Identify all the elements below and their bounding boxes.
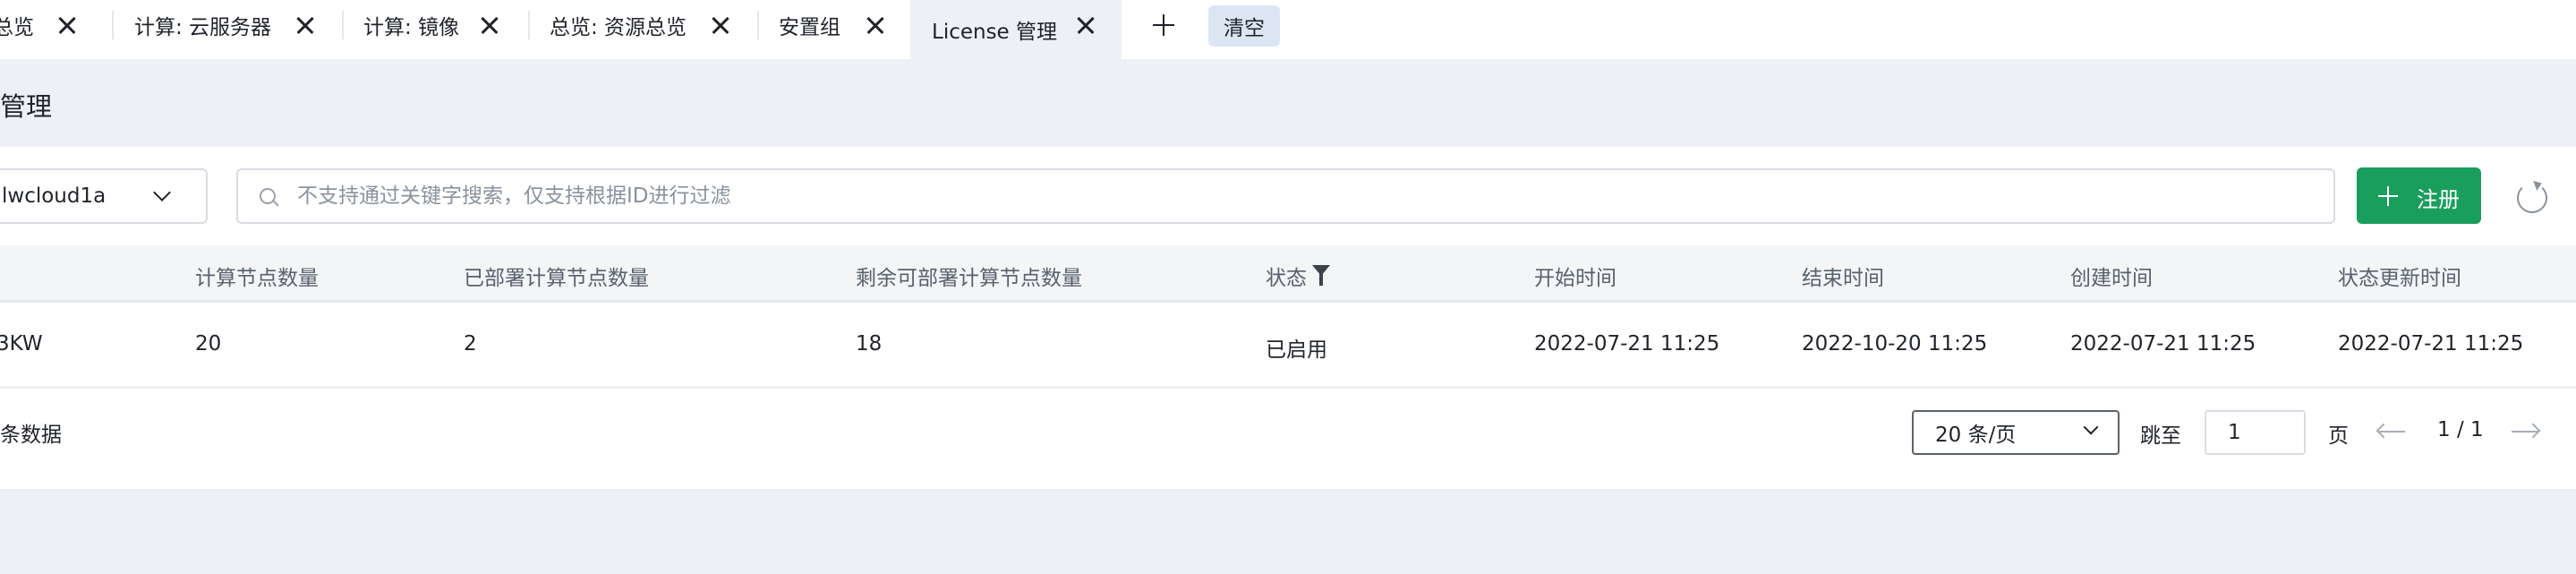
clear-tabs-button[interactable]: 清空 [1208,5,1280,47]
tab-divider [342,11,344,39]
filter-icon[interactable] [1312,265,1330,287]
page-title: 管理 [0,91,53,122]
tab-divider [757,11,759,39]
arrow-right-icon[interactable] [2510,421,2540,442]
column-header-end-time: 结束时间 [1802,267,1884,290]
close-icon[interactable] [292,12,319,39]
cell-id[interactable]: 3KW [0,332,43,356]
tab-divider [112,11,114,39]
cell-status-updated-time: 2022-07-21 11:25 [2338,332,2524,356]
chevron-down-icon [2083,419,2099,435]
page-size-select[interactable]: 20 条/页 [1912,410,2120,455]
refresh-icon[interactable] [2515,179,2547,213]
cell-start-time: 2022-07-21 11:25 [1534,332,1720,356]
plus-icon[interactable] [1148,10,1179,40]
close-icon[interactable] [54,12,81,39]
tab-bar: 总览 计算: 云服务器 计算: 镜像 总览: 资源总览 安置组 License … [0,0,2576,59]
chevron-down-icon [153,184,171,201]
close-icon[interactable] [862,12,889,39]
search-icon [258,186,281,210]
table-header: 计算节点数量 已部署计算节点数量 剩余可部署计算节点数量 状态 开始时间 结束时… [0,245,2576,303]
register-button-label: 注册 [2417,187,2460,212]
arrow-left-icon[interactable] [2376,421,2407,442]
close-icon[interactable] [707,12,734,39]
search-input[interactable] [297,170,2320,222]
close-icon[interactable] [1072,12,1099,39]
tab-label: 计算: 云服务器 [134,16,272,39]
tab-overview[interactable]: 总览 [0,0,34,50]
column-header-status: 状态 [1266,267,1307,290]
cell-end-time: 2022-10-20 11:25 [1802,332,1988,356]
plus-icon [2378,186,2398,206]
total-count-text: 条数据 [0,424,62,447]
tab-license-management[interactable]: License 管理 [910,0,1122,59]
tab-compute-images[interactable]: 计算: 镜像 [363,0,459,50]
tab-label: 总览: 资源总览 [550,16,687,39]
search-box[interactable] [236,168,2335,224]
cell-deployed-nodes: 2 [464,332,477,356]
page-unit-label: 页 [2328,424,2349,448]
column-header-status-updated-time: 状态更新时间 [2338,267,2461,290]
page-size-value: 20 条/页 [1935,424,2017,447]
cell-created-time: 2022-07-21 11:25 [2070,332,2256,356]
cell-compute-nodes: 20 [195,332,222,356]
cell-remaining-nodes: 18 [856,332,883,356]
register-button[interactable]: 注册 [2357,167,2481,224]
tab-label: 计算: 镜像 [363,16,460,39]
column-header-created-time: 创建时间 [2070,267,2153,290]
tab-placement-group[interactable]: 安置组 [779,0,840,50]
tab-label: 安置组 [779,16,840,39]
column-header-remaining-nodes: 剩余可部署计算节点数量 [856,267,1082,290]
column-header-deployed-nodes: 已部署计算节点数量 [464,267,649,290]
tab-resource-overview[interactable]: 总览: 资源总览 [550,0,687,50]
column-header-start-time: 开始时间 [1534,267,1616,290]
region-select[interactable]: lwcloud1a [0,168,208,224]
close-icon[interactable] [476,12,503,39]
tab-label: License 管理 [932,21,1058,44]
table-row[interactable]: 3KW 20 2 18 已启用 2022-07-21 11:25 2022-10… [0,303,2576,389]
cell-status: 已启用 [1266,338,1327,362]
column-header-compute-nodes: 计算节点数量 [195,267,319,290]
tab-compute-servers[interactable]: 计算: 云服务器 [134,0,271,50]
tab-label: 总览 [0,16,34,39]
tab-divider [528,11,530,39]
region-select-value: lwcloud1a [2,184,107,208]
jump-to-label: 跳至 [2140,424,2181,448]
page-jump-input[interactable] [2205,410,2306,455]
page-indicator: 1 / 1 [2437,418,2484,441]
